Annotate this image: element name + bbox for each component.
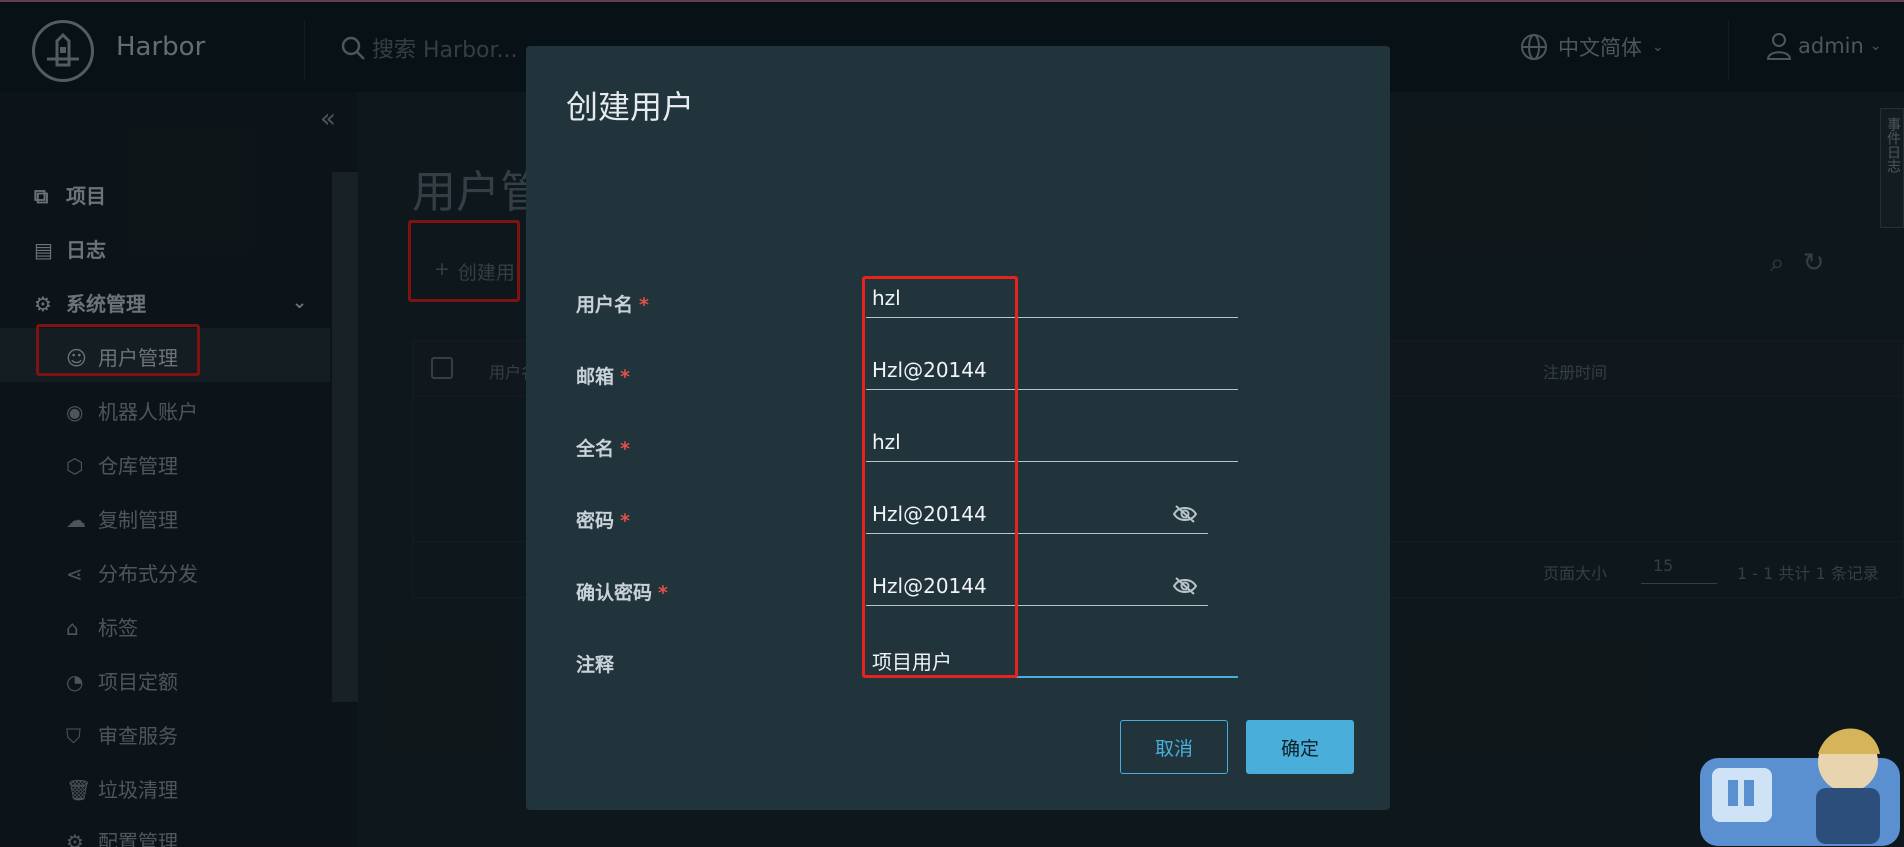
cancel-button[interactable]: 取消	[1120, 720, 1228, 774]
field-label: 密码 *	[576, 510, 630, 532]
eye-off-icon[interactable]	[1172, 504, 1198, 524]
field-label: 邮箱 *	[576, 366, 630, 388]
mascot-widget[interactable]	[1698, 724, 1904, 847]
dialog-title: 创建用户	[566, 88, 695, 126]
annotation-box-inputs	[862, 276, 1018, 678]
field-label: 用户名 *	[576, 294, 649, 316]
confirm-button[interactable]: 确定	[1246, 720, 1354, 774]
eye-off-icon[interactable]	[1172, 576, 1198, 596]
field-label: 全名 *	[576, 438, 630, 460]
field-label: 确认密码 *	[576, 582, 668, 604]
field-label: 注释	[576, 654, 615, 676]
